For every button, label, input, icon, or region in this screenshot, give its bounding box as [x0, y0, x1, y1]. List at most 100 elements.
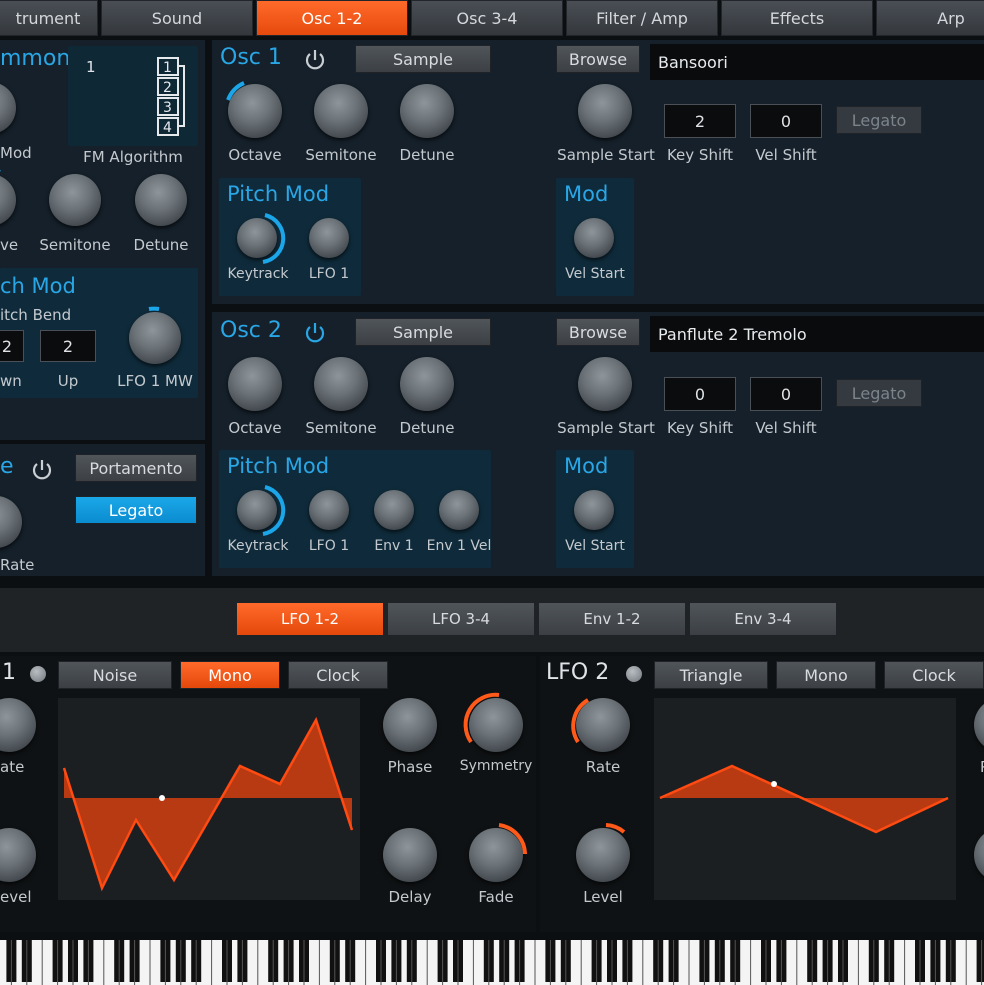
- osc2-mod-title: Mod: [564, 454, 609, 478]
- osc1-legato-button[interactable]: Legato: [836, 106, 922, 134]
- mod-knob[interactable]: [0, 82, 16, 134]
- osc2-lfo1-knob[interactable]: [309, 490, 349, 530]
- osc2-vel-shift-field[interactable]: 0: [750, 377, 822, 411]
- tab-label: Sound: [151, 8, 203, 28]
- osc2-sample-button[interactable]: Sample: [355, 318, 491, 346]
- osc1-power-icon[interactable]: [303, 48, 327, 72]
- glide-power-icon[interactable]: [30, 458, 54, 482]
- osc1-sample-start-knob[interactable]: [578, 84, 632, 138]
- osc2-sample-name[interactable]: Panflute 2 Tremolo: [650, 316, 984, 352]
- lfo2-phase-knob[interactable]: [974, 698, 984, 752]
- lfo1-fade-label: Fade: [478, 888, 514, 906]
- lfo1-symmetry-knob[interactable]: [463, 692, 523, 752]
- osc1-browse-button[interactable]: Browse: [556, 45, 640, 73]
- lfo2-led-icon[interactable]: [626, 666, 642, 682]
- mod-label: Mod: [0, 144, 32, 162]
- lfo2-mono-button[interactable]: Mono: [776, 661, 876, 689]
- pitch-bend-up-field[interactable]: 2: [40, 330, 96, 362]
- lfo1-phase-knob[interactable]: [383, 698, 437, 752]
- osc1-semitone-knob[interactable]: [314, 84, 368, 138]
- osc1-lfo1-label: LFO 1: [308, 266, 350, 282]
- osc1-detune-label: Detune: [399, 146, 455, 164]
- lfo1-mw-label: LFO 1 MW: [117, 372, 193, 390]
- fm-algorithm-label: FM Algorithm: [83, 148, 183, 166]
- osc1-vel-shift-field[interactable]: 0: [750, 104, 822, 138]
- lfo1-mono-button[interactable]: Mono: [180, 661, 280, 689]
- octave-knob[interactable]: [0, 169, 16, 226]
- tab-sound[interactable]: Sound: [101, 0, 253, 36]
- tab-arp[interactable]: Arp: [876, 0, 984, 36]
- osc2-detune-knob[interactable]: [400, 357, 454, 411]
- tab-label: Arp: [937, 8, 965, 28]
- osc2-legato-button[interactable]: Legato: [836, 379, 922, 407]
- tab-instrument[interactable]: trument: [0, 0, 98, 36]
- osc2-env1-vel-knob[interactable]: [439, 490, 479, 530]
- osc1-sample-name[interactable]: Bansoori: [650, 44, 984, 80]
- lfo2-wave-button[interactable]: Triangle: [654, 661, 768, 689]
- glide-panel: e Portamento Legato Rate: [0, 444, 205, 576]
- osc2-browse-button[interactable]: Browse: [556, 318, 640, 346]
- lfo1-waveform-display[interactable]: [58, 698, 360, 900]
- osc1-pitch-mod-title: Pitch Mod: [227, 182, 330, 206]
- lfo2-panel: LFO 2 Triangle Mono Clock Rate Level P: [540, 656, 984, 932]
- lfo1-level-knob[interactable]: [0, 828, 36, 882]
- osc1-detune-knob[interactable]: [400, 84, 454, 138]
- semitone-knob[interactable]: [49, 174, 101, 226]
- detune-knob[interactable]: [135, 174, 187, 226]
- lfo1-mw-knob[interactable]: [129, 306, 181, 364]
- osc1-lfo1-knob[interactable]: [309, 218, 349, 258]
- osc2-sample-start-knob[interactable]: [578, 357, 632, 411]
- lfo2-clock-button[interactable]: Clock: [884, 661, 984, 689]
- osc2-octave-knob[interactable]: [228, 357, 282, 411]
- lfo2-delay-knob[interactable]: [974, 828, 984, 882]
- osc1-octave-label: Octave: [228, 146, 282, 164]
- tab-lfo-3-4[interactable]: LFO 3-4: [387, 602, 535, 636]
- osc2-env1-knob[interactable]: [374, 490, 414, 530]
- lfo2-title: LFO 2: [546, 660, 610, 685]
- pitch-bend-down-field[interactable]: 2: [0, 330, 24, 362]
- lfo1-rate-knob[interactable]: [0, 698, 36, 752]
- osc2-semitone-knob[interactable]: [314, 357, 368, 411]
- osc2-mod-panel: Mod Vel Start: [556, 450, 634, 568]
- osc1-title: Osc 1: [220, 45, 282, 70]
- osc1-keytrack-knob[interactable]: [237, 213, 286, 264]
- tab-osc-3-4[interactable]: Osc 3-4: [411, 0, 563, 36]
- osc2-keytrack-knob[interactable]: [237, 485, 286, 536]
- tab-effects[interactable]: Effects: [721, 0, 873, 36]
- osc2-env1-vel-label: Env 1 Vel: [426, 538, 492, 554]
- tab-osc-1-2[interactable]: Osc 1-2: [256, 0, 408, 36]
- lfo1-delay-knob[interactable]: [383, 828, 437, 882]
- fm-algorithm-icon: 1 2 3 4: [157, 57, 185, 136]
- osc1-vel-start-knob[interactable]: [574, 218, 614, 258]
- osc1-key-shift-field[interactable]: 2: [664, 104, 736, 138]
- osc1-sample-button[interactable]: Sample: [355, 45, 491, 73]
- osc2-key-shift-field[interactable]: 0: [664, 377, 736, 411]
- piano-keyboard[interactable]: [0, 940, 984, 985]
- osc1-octave-knob[interactable]: [226, 81, 282, 138]
- tab-lfo-1-2[interactable]: LFO 1-2: [236, 602, 384, 636]
- lfo1-wave-button[interactable]: Noise: [58, 661, 172, 689]
- legato-button[interactable]: Legato: [75, 496, 197, 524]
- lfo2-waveform-display[interactable]: [654, 698, 956, 900]
- tab-label: Filter / Amp: [596, 8, 688, 28]
- lfo1-waveform-icon: [62, 716, 354, 892]
- osc2-vel-start-knob[interactable]: [574, 490, 614, 530]
- lfo2-rate-knob[interactable]: [571, 698, 630, 752]
- portamento-button[interactable]: Portamento: [75, 454, 197, 482]
- lfo1-clock-button[interactable]: Clock: [288, 661, 388, 689]
- osc2-power-icon[interactable]: [303, 321, 327, 345]
- lfo1-fade-knob[interactable]: [469, 823, 527, 882]
- lfo1-led-icon[interactable]: [30, 666, 46, 682]
- lfo2-level-label: Level: [583, 888, 623, 906]
- common-pitch-mod-title: ch Mod: [0, 274, 76, 298]
- tab-filter-amp[interactable]: Filter / Amp: [566, 0, 718, 36]
- tab-label: trument: [15, 8, 81, 28]
- glide-rate-knob[interactable]: [0, 496, 22, 548]
- fm-algorithm-display[interactable]: 1 1 2 3 4: [68, 46, 198, 146]
- lfo2-level-knob[interactable]: [576, 823, 630, 882]
- tab-env-3-4[interactable]: Env 3-4: [689, 602, 837, 636]
- osc2-vel-shift-label: Vel Shift: [755, 419, 817, 437]
- lfo1-level-label: evel: [0, 888, 32, 906]
- osc1-panel: Osc 1 Sample Octave Semitone Detune Pitc…: [212, 40, 984, 304]
- tab-env-1-2[interactable]: Env 1-2: [538, 602, 686, 636]
